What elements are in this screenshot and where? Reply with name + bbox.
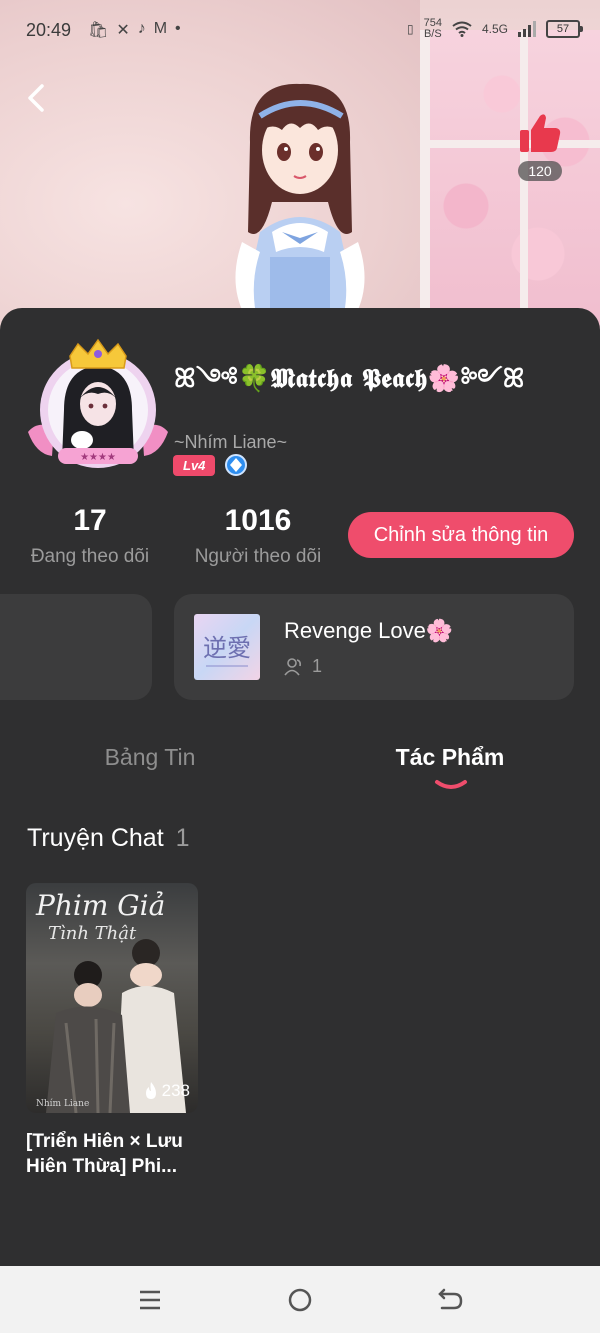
edit-profile-button[interactable]: Chỉnh sửa thông tin xyxy=(348,512,574,558)
status-bar: 20:49 🛍 ✕ ♪ M • ▯ 754 B/S 4.5G 57 xyxy=(0,14,600,48)
gmail-icon: M xyxy=(153,20,168,37)
members-icon xyxy=(284,657,301,676)
profile-banner: 20:49 🛍 ✕ ♪ M • ▯ 754 B/S 4.5G 57 120 xyxy=(0,0,600,340)
story-views: 238 xyxy=(144,1081,190,1101)
profile-badges: Lv4 xyxy=(173,454,248,476)
thumbs-up-icon xyxy=(520,114,561,152)
tab-feed[interactable]: Bảng Tin xyxy=(0,744,300,771)
profile-card: ★★★★ ꕤ༺🍀𝕸𝖆𝖙𝖈𝖍𝖆 𝕻𝖊𝖆𝖈𝖍🌸༻ꕤ ~Nhím Liane~ Lv4… xyxy=(0,308,600,1266)
status-time: 20:49 xyxy=(26,20,72,40)
wifi-icon xyxy=(452,21,472,37)
story-title: [Triển Hiên × Lưu Hiên Thừa] Phi... xyxy=(26,1131,183,1177)
following-count: 17 xyxy=(73,504,107,537)
profile-nickname: ꕤ༺🍀𝕸𝖆𝖙𝖈𝖍𝖆 𝕻𝖊𝖆𝖈𝖍🌸༻ꕤ xyxy=(174,364,525,394)
group-member-count: 1 xyxy=(312,656,323,676)
banner-window-sakura xyxy=(420,30,600,340)
system-nav-bar xyxy=(0,1266,600,1333)
network-type: 4.5G xyxy=(481,22,508,36)
story-view-count: 238 xyxy=(161,1081,190,1100)
shopping-bag-icon: 🛍 xyxy=(88,22,109,39)
section-title-text: Truyện Chat xyxy=(27,824,164,852)
menu-icon[interactable] xyxy=(134,1284,166,1316)
like-count: 120 xyxy=(518,161,562,181)
story-cover-title: Phim Giả xyxy=(36,889,166,922)
section-title: Truyện Chat 1 xyxy=(27,824,190,853)
back-arrow-icon[interactable] xyxy=(434,1284,466,1316)
app-notification-icon: ✕ xyxy=(116,22,130,39)
svg-text:★★★★: ★★★★ xyxy=(80,452,116,463)
section-count: 1 xyxy=(175,824,190,852)
flame-icon xyxy=(145,1082,156,1099)
group-title: Revenge Love🌸 xyxy=(284,618,454,643)
story-cover: Phim Giả Tình Thật Nhím Liane 238 xyxy=(26,883,198,1113)
profile-tabs: Bảng Tin Tác Phẩm xyxy=(0,744,600,804)
notification-icons: 🛍 ✕ ♪ M • xyxy=(88,20,181,40)
profile-avatar[interactable]: ★★★★ xyxy=(28,336,168,476)
group-card-previous[interactable] xyxy=(0,594,152,700)
story-cover-subtitle: Tình Thật xyxy=(48,923,137,944)
group-card[interactable]: 逆愛 Revenge Love🌸 1 xyxy=(174,594,574,700)
home-circle-icon[interactable] xyxy=(284,1284,316,1316)
vibrate-icon: ▯ xyxy=(407,22,414,36)
followers-count: 1016 xyxy=(224,504,292,537)
character-avatar-figure xyxy=(235,83,365,322)
followers-label: Người theo dõi xyxy=(194,546,322,567)
net-speed: 754 B/S xyxy=(423,17,442,40)
level-badge: Lv4 xyxy=(173,454,216,476)
back-chevron-icon[interactable] xyxy=(22,80,54,116)
more-dot-icon: • xyxy=(175,20,181,37)
story-cover-credit: Nhím Liane xyxy=(36,1099,90,1109)
tiktok-icon: ♪ xyxy=(137,20,146,37)
group-thumbnail: 逆愛 xyxy=(194,614,260,680)
group-members: 1 xyxy=(284,656,322,677)
following-label: Đang theo dõi xyxy=(30,546,150,567)
like-button[interactable]: 120 xyxy=(512,112,568,181)
signal-icon xyxy=(518,21,536,37)
story-card[interactable]: Phim Giả Tình Thật Nhím Liane 238 [Triển… xyxy=(26,883,198,1179)
followers-stat[interactable]: 1016 Người theo dõi xyxy=(190,504,326,568)
profile-subname: ~Nhím Liane~ xyxy=(174,432,288,452)
following-stat[interactable]: 17 Đang theo dõi xyxy=(26,504,154,568)
tab-works[interactable]: Tác Phẩm xyxy=(300,744,600,771)
battery-icon: 57 xyxy=(546,20,583,38)
svg-text:逆愛: 逆愛 xyxy=(203,634,251,662)
verified-badge-icon xyxy=(225,454,248,476)
active-tab-indicator xyxy=(435,780,467,789)
